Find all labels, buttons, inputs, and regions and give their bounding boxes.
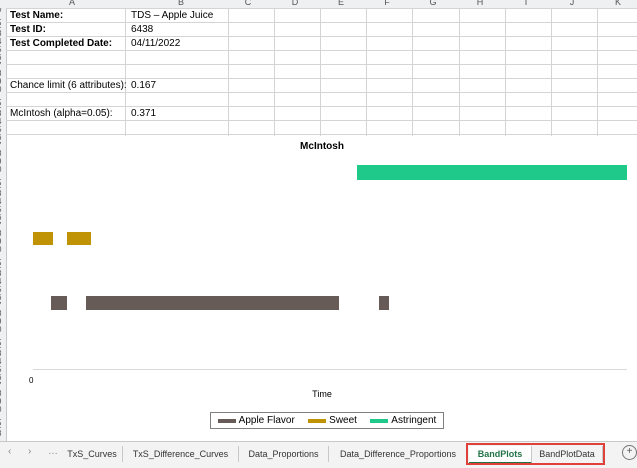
cell-grid[interactable]: Test Name: TDS – Apple Juice Test ID: 64… — [6, 8, 637, 140]
col-D[interactable]: D — [285, 0, 305, 7]
more-sheets-button[interactable]: … — [48, 446, 58, 457]
col-I[interactable]: I — [516, 0, 536, 7]
col-K[interactable]: K — [608, 0, 628, 7]
band-sweet[interactable] — [67, 232, 92, 245]
legend-sweet: Sweet — [308, 415, 357, 426]
col-J[interactable]: J — [562, 0, 582, 7]
chance-limit-label[interactable]: Chance limit (6 attributes): — [10, 79, 127, 92]
chance-limit-value[interactable]: 0.167 — [131, 79, 156, 92]
x-axis-line — [33, 369, 627, 370]
col-B[interactable]: B — [171, 0, 191, 7]
x-axis-label: Time — [312, 389, 332, 399]
band-plot-chart[interactable]: McIntosh 0 Time Apple Flavor Sweet Astri… — [7, 136, 637, 440]
next-sheet-button[interactable]: › — [28, 446, 31, 457]
x-tick-0: 0 — [29, 376, 34, 385]
legend-swatch — [217, 418, 236, 423]
col-G[interactable]: G — [423, 0, 443, 7]
gridline — [6, 134, 637, 135]
chart-legend[interactable]: Apple Flavor Sweet Astringent — [210, 412, 444, 429]
col-C[interactable]: C — [238, 0, 258, 7]
gridline — [6, 22, 637, 23]
legend-label: Apple Flavor — [238, 415, 295, 426]
chart-title: McIntosh — [300, 141, 344, 152]
band-apple-flavor[interactable] — [86, 296, 339, 310]
test-name-label[interactable]: Test Name: — [10, 9, 63, 22]
prev-sheet-button[interactable]: ‹ — [8, 446, 11, 457]
add-sheet-icon[interactable]: + — [622, 445, 637, 460]
legend-label: Sweet — [329, 415, 357, 426]
row-number[interactable]: 3 — [0, 430, 1, 438]
band-astringent[interactable] — [356, 165, 627, 180]
tab-data-proportions[interactable]: Data_Proportions — [239, 446, 329, 462]
tab-data-difference-proportions[interactable]: Data_Difference_Proportions — [329, 446, 468, 462]
legend-swatch — [370, 418, 389, 423]
col-F[interactable]: F — [377, 0, 397, 7]
legend-astringent: Astringent — [370, 415, 436, 426]
gridline — [6, 64, 637, 65]
legend-swatch — [308, 418, 327, 423]
band-apple-flavor[interactable] — [50, 296, 68, 310]
mcintosh-value[interactable]: 0.371 — [131, 107, 156, 120]
test-name-value[interactable]: TDS – Apple Juice — [131, 9, 213, 22]
legend-label: Astringent — [391, 415, 437, 426]
mcintosh-label[interactable]: McIntosh (alpha=0.05): — [10, 107, 113, 120]
col-A[interactable]: A — [62, 0, 82, 7]
gridline — [6, 8, 637, 9]
tab-txs-difference-curves[interactable]: TxS_Difference_Curves — [123, 446, 239, 462]
gridline — [6, 92, 637, 93]
test-id-value[interactable]: 6438 — [131, 23, 153, 36]
highlight-box — [466, 443, 605, 465]
band-sweet[interactable] — [33, 232, 53, 245]
gridline — [6, 50, 637, 51]
test-date-value[interactable]: 04/11/2022 — [131, 37, 180, 50]
col-E[interactable]: E — [331, 0, 351, 7]
legend-apple-flavor: Apple Flavor — [217, 415, 295, 426]
test-id-label[interactable]: Test ID: — [10, 23, 46, 36]
band-apple-flavor[interactable] — [378, 296, 390, 310]
col-H[interactable]: H — [470, 0, 490, 7]
test-date-label[interactable]: Test Completed Date: — [10, 37, 112, 50]
gridline — [6, 120, 637, 121]
tab-txs-curves[interactable]: TxS_Curves — [62, 446, 123, 462]
